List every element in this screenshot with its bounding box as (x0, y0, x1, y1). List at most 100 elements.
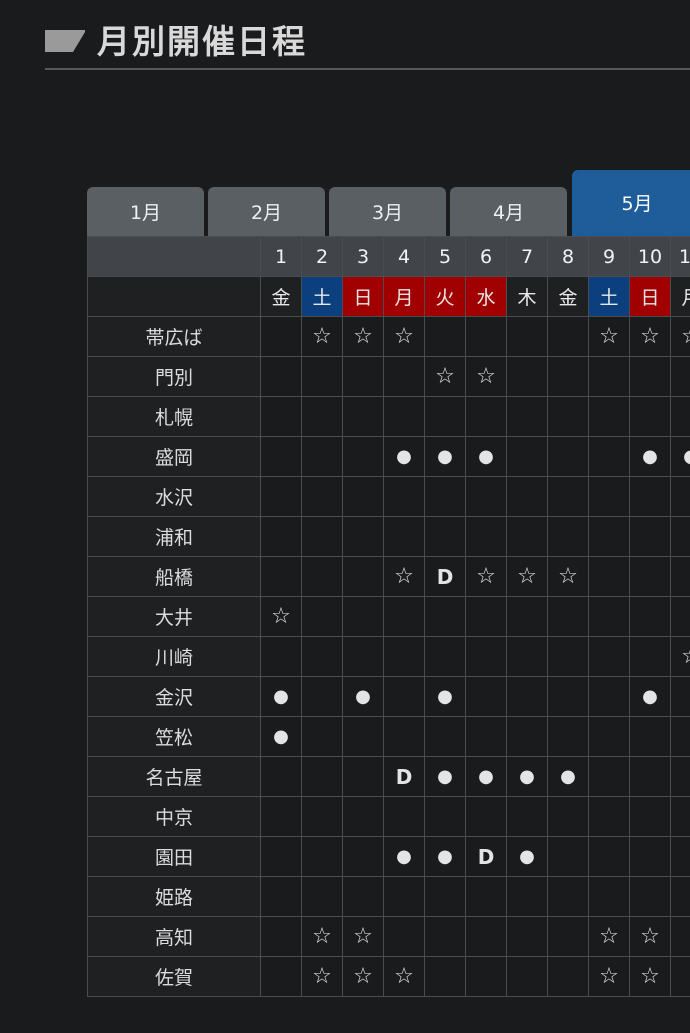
schedule-cell (588, 756, 630, 797)
weekday-row: 金土日月火水木金土日月 (87, 276, 690, 317)
schedule-cell[interactable]: ☆ (588, 316, 630, 357)
schedule-cell (588, 676, 630, 717)
schedule-cell[interactable]: ☆ (383, 316, 425, 357)
schedule-cell[interactable]: ☆ (629, 316, 671, 357)
schedule-cell[interactable]: ☆ (670, 316, 690, 357)
schedule-cell (424, 636, 466, 677)
schedule-cell (588, 836, 630, 877)
schedule-cell (506, 316, 548, 357)
schedule-cell[interactable]: ☆ (588, 916, 630, 957)
venue-name[interactable]: 浦和 (87, 516, 261, 557)
schedule-cell[interactable]: ● (424, 756, 466, 797)
schedule-cell[interactable]: ☆ (506, 556, 548, 597)
schedule-cell (424, 956, 466, 997)
schedule-cell[interactable]: ● (465, 436, 507, 477)
venue-name[interactable]: 川崎 (87, 636, 261, 677)
venue-name[interactable]: 大井 (87, 596, 261, 637)
venue-name[interactable]: 園田 (87, 836, 261, 877)
schedule-cell[interactable]: ☆ (342, 316, 384, 357)
venue-name[interactable]: 中京 (87, 796, 261, 837)
schedule-cell[interactable]: ☆ (547, 556, 589, 597)
schedule-cell[interactable]: ● (424, 436, 466, 477)
schedule-cell[interactable]: ☆ (629, 956, 671, 997)
schedule-cell (301, 636, 343, 677)
schedule-cell[interactable]: ☆ (383, 956, 425, 997)
schedule-cell (260, 556, 302, 597)
schedule-cell[interactable]: ● (260, 676, 302, 717)
schedule-cell (629, 876, 671, 917)
venue-row: 姫路 (87, 876, 690, 917)
schedule-cell[interactable]: ● (424, 836, 466, 877)
schedule-cell (383, 796, 425, 837)
venue-name[interactable]: 笠松 (87, 716, 261, 757)
schedule-cell[interactable]: ☆ (342, 956, 384, 997)
venue-name[interactable]: 姫路 (87, 876, 261, 917)
schedule-cell[interactable]: D (383, 756, 425, 797)
schedule-cell[interactable]: D (465, 836, 507, 877)
tab-month-1[interactable]: 1月 (87, 187, 204, 237)
venue-name[interactable]: 高知 (87, 916, 261, 957)
schedule-cell (547, 796, 589, 837)
schedule-cell[interactable]: ☆ (301, 956, 343, 997)
tab-month-5[interactable]: 5月 (572, 170, 690, 237)
schedule-cell[interactable]: ● (670, 436, 690, 477)
schedule-cell[interactable]: ● (547, 756, 589, 797)
weekday-label: 日 (629, 276, 671, 317)
schedule-cell (547, 716, 589, 757)
venue-name[interactable]: 水沢 (87, 476, 261, 517)
schedule-cell[interactable]: ● (506, 836, 548, 877)
monthly-schedule-page: 月別開催日程 1月2月3月4月5月 1234567891011金土日月火水木金土… (0, 0, 690, 1033)
venue-row: 佐賀 ☆ ☆ ☆ ☆ ☆ (87, 956, 690, 997)
schedule-cell[interactable]: ☆ (301, 916, 343, 957)
schedule-cell[interactable]: ● (424, 676, 466, 717)
schedule-cell[interactable]: ● (383, 436, 425, 477)
schedule-cell[interactable]: ● (629, 436, 671, 477)
day-number: 5 (424, 236, 466, 277)
schedule-cell[interactable]: ● (260, 716, 302, 757)
tab-month-2[interactable]: 2月 (208, 187, 325, 237)
schedule-cell (424, 716, 466, 757)
tab-month-3[interactable]: 3月 (329, 187, 446, 237)
schedule-cell[interactable]: ☆ (424, 356, 466, 397)
schedule-cell[interactable]: ● (383, 836, 425, 877)
schedule-cell (465, 596, 507, 637)
schedule-cell (424, 916, 466, 957)
schedule-cell[interactable]: ● (342, 676, 384, 717)
schedule-cell (383, 676, 425, 717)
schedule-cell (547, 316, 589, 357)
schedule-cell[interactable]: ☆ (342, 916, 384, 957)
schedule-cell (465, 316, 507, 357)
venue-name[interactable]: 佐賀 (87, 956, 261, 997)
schedule-cell[interactable]: ● (629, 676, 671, 717)
schedule-cell (342, 636, 384, 677)
venue-name[interactable]: 名古屋 (87, 756, 261, 797)
schedule-cell (260, 316, 302, 357)
schedule-cell (670, 716, 690, 757)
venue-name[interactable]: 船橋 (87, 556, 261, 597)
schedule-cell (629, 636, 671, 677)
schedule-cell[interactable]: ☆ (301, 316, 343, 357)
schedule-cell[interactable]: ● (465, 756, 507, 797)
venue-name[interactable]: 金沢 (87, 676, 261, 717)
schedule-cell (301, 716, 343, 757)
schedule-cell (629, 796, 671, 837)
schedule-cell[interactable]: ☆ (383, 556, 425, 597)
schedule-cell[interactable]: ☆ (260, 596, 302, 637)
schedule-cell[interactable]: D (424, 556, 466, 597)
schedule-cell[interactable]: ☆ (465, 356, 507, 397)
schedule-cell[interactable]: ☆ (465, 556, 507, 597)
venue-name[interactable]: 帯広ば (87, 316, 261, 357)
venue-name[interactable]: 盛岡 (87, 436, 261, 477)
schedule-cell[interactable]: ● (506, 756, 548, 797)
schedule-cell (588, 396, 630, 437)
schedule-cell[interactable]: ☆ (588, 956, 630, 997)
venue-name[interactable]: 札幌 (87, 396, 261, 437)
day-number: 1 (260, 236, 302, 277)
venue-name[interactable]: 門別 (87, 356, 261, 397)
schedule-cell[interactable]: ☆ (629, 916, 671, 957)
schedule-cell (670, 836, 690, 877)
schedule-cell (465, 676, 507, 717)
schedule-cell[interactable]: ☆ (670, 636, 690, 677)
day-number: 3 (342, 236, 384, 277)
tab-month-4[interactable]: 4月 (450, 187, 567, 237)
